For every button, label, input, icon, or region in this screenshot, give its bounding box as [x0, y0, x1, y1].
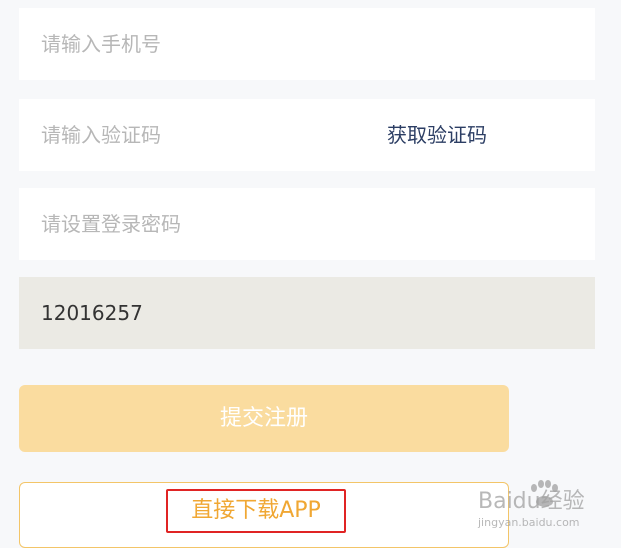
download-app-button[interactable]: 直接下载APP: [19, 482, 509, 548]
verification-code-field[interactable]: 获取验证码: [19, 99, 595, 171]
password-input[interactable]: [19, 188, 595, 260]
phone-input[interactable]: [19, 8, 595, 80]
download-app-label: 直接下载APP: [166, 489, 346, 533]
password-field[interactable]: [19, 188, 595, 260]
verification-code-input[interactable]: [19, 99, 359, 171]
phone-field[interactable]: [19, 8, 595, 80]
get-code-button[interactable]: 获取验证码: [387, 99, 487, 171]
invite-code-input: [19, 277, 595, 349]
submit-register-button[interactable]: 提交注册: [19, 385, 509, 452]
invite-code-field: [19, 277, 595, 349]
